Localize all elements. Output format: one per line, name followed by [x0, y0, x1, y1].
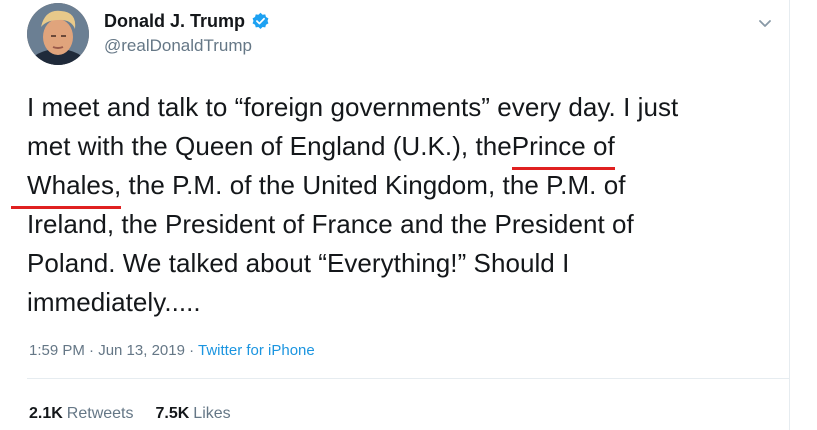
- avatar[interactable]: [27, 3, 89, 65]
- profile-photo-icon: [27, 3, 89, 65]
- tweet-text-line: met with the Queen of England (U.K.), th…: [27, 127, 787, 170]
- tweet-text-line: I meet and talk to “foreign governments”…: [27, 88, 787, 127]
- retweets-label: Retweets: [66, 405, 134, 422]
- tweet-text-line: Poland. We talked about “Everything!” Sh…: [27, 244, 787, 283]
- author-info: Donald J. Trump @realDonaldTrump: [104, 10, 270, 58]
- tweet-card: Donald J. Trump @realDonaldTrump I meet …: [0, 0, 790, 430]
- likes-label: Likes: [193, 405, 231, 422]
- tweet-text-line: immediately.....: [27, 283, 787, 322]
- author-display-name[interactable]: Donald J. Trump: [104, 10, 245, 32]
- tweet-text-segment: immediately.....: [27, 287, 201, 317]
- underlined-text-whales: Whales,: [10, 166, 122, 209]
- tweet-text-segment: the P.M. of the United Kingdom, the P.M.…: [121, 170, 626, 200]
- tweet-text-line: Ireland, the President of France and the…: [27, 205, 787, 244]
- chevron-down-icon[interactable]: [754, 12, 776, 34]
- tweet-text-segment: Poland. We talked about “Everything!” Sh…: [27, 248, 570, 278]
- retweets-count: 2.1K: [29, 405, 63, 422]
- tweet-timestamp[interactable]: 1:59 PM · Jun 13, 2019 ·: [29, 342, 194, 359]
- likes-stat[interactable]: 7.5K Likes: [156, 404, 231, 424]
- author-name-row[interactable]: Donald J. Trump: [104, 10, 270, 32]
- tweet-text: I meet and talk to “foreign governments”…: [10, 88, 787, 322]
- tweet-text-line: Whales, the P.M. of the United Kingdom, …: [10, 166, 787, 209]
- tweet-text-segment: I meet and talk to “foreign governments”…: [27, 92, 679, 122]
- tweet-text-segment: met with the Queen of England (U.K.), th…: [27, 131, 512, 161]
- tweet-meta: 1:59 PM · Jun 13, 2019 · Twitter for iPh…: [29, 341, 315, 361]
- verified-badge-icon: [251, 12, 270, 31]
- divider: [27, 378, 790, 379]
- tweet-source-link[interactable]: Twitter for iPhone: [198, 342, 315, 359]
- retweets-stat[interactable]: 2.1K Retweets: [29, 404, 134, 424]
- likes-count: 7.5K: [155, 405, 190, 422]
- tweet-text-segment: Ireland, the President of France and the…: [27, 209, 634, 239]
- underlined-text-prince-of: Prince of: [511, 127, 615, 170]
- tweet-stats: 2.1K Retweets 7.5K Likes: [29, 404, 231, 424]
- author-handle[interactable]: @realDonaldTrump: [104, 34, 270, 58]
